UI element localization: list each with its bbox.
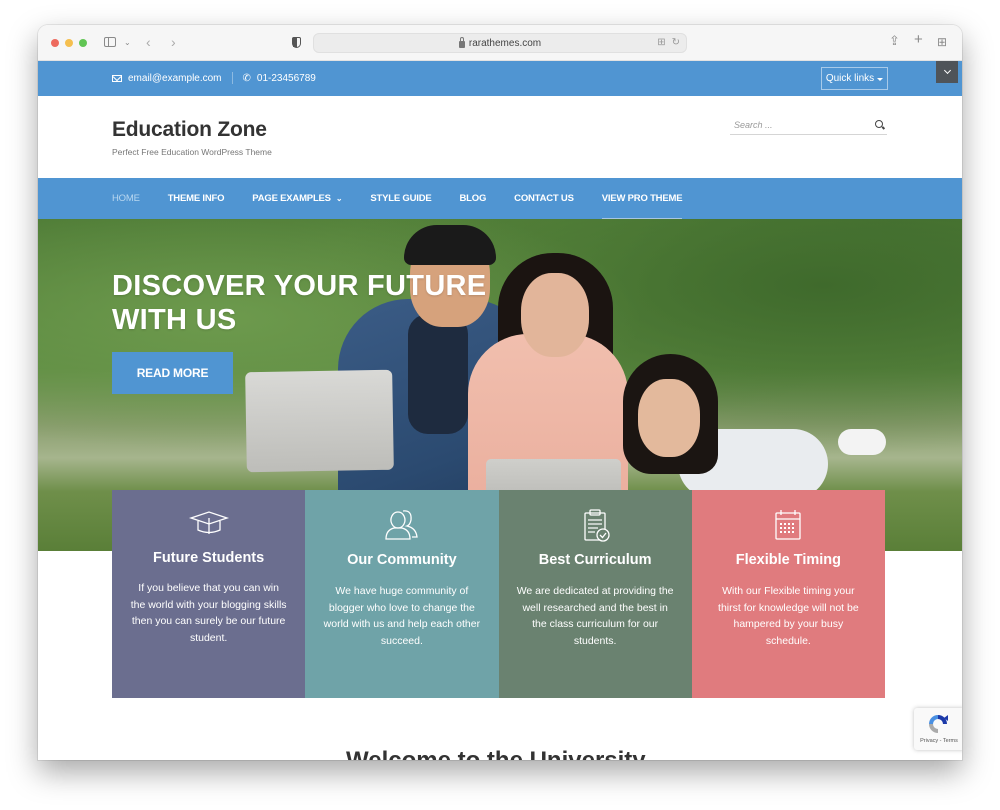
chevron-down-icon: [943, 66, 951, 75]
divider: [231, 72, 233, 84]
site-tagline: Perfect Free Education WordPress Theme: [112, 147, 272, 157]
chevron-down-icon: ⌄: [335, 194, 343, 203]
feature-cards: Future Students If you believe that you …: [112, 490, 885, 698]
feature-title: Our Community: [347, 552, 457, 568]
topbar-toggle-button[interactable]: [936, 61, 958, 83]
feature-card-future-students[interactable]: Future Students If you believe that you …: [112, 490, 306, 698]
email-link[interactable]: email@example.com: [128, 73, 222, 84]
nav-item-theme-info[interactable]: THEME INFO: [168, 178, 225, 219]
forward-icon[interactable]: ›: [171, 35, 176, 49]
graduation-cap-icon: [188, 511, 229, 534]
feature-text: We have huge community of blogger who lo…: [323, 585, 481, 647]
share-icon[interactable]: ⇪: [889, 34, 900, 47]
feature-card-best-curriculum[interactable]: Best Curriculum We are dedicated at prov…: [498, 490, 692, 698]
new-tab-icon[interactable]: +: [914, 32, 923, 47]
main-navigation: HOME THEME INFO PAGE EXAMPLES ⌄ STYLE GUI…: [38, 178, 962, 220]
feature-title: Future Students: [153, 550, 265, 566]
site-title[interactable]: Education Zone: [112, 118, 267, 142]
feature-card-our-community[interactable]: Our Community We have huge community of …: [305, 490, 499, 698]
recaptcha-privacy-terms[interactable]: Privacy - Terms: [914, 738, 962, 744]
quick-links-label: Quick links: [825, 73, 875, 84]
caret-down-icon: [877, 78, 884, 81]
read-more-button[interactable]: READ MORE: [112, 352, 233, 394]
feature-text: We are dedicated at providing the well r…: [516, 585, 674, 647]
feature-text: If you believe that you can win the worl…: [130, 582, 287, 644]
tab-overview-icon[interactable]: ⊞: [937, 36, 947, 48]
browser-window: ⌄ ‹ › rarathemes.com ⊞ ↻ ⇪ + ⊞ email@exa…: [38, 25, 962, 760]
translate-icon[interactable]: ⊞: [657, 37, 665, 48]
nav-item-label: VIEW PRO THEME: [601, 193, 683, 204]
nav-item-page-examples[interactable]: PAGE EXAMPLES ⌄: [252, 178, 342, 219]
community-icon: [385, 510, 418, 540]
nav-item-label: BLOG: [459, 193, 487, 204]
welcome-heading: Welcome to the University: [346, 746, 646, 760]
search-input[interactable]: [730, 116, 860, 134]
nav-item-label: CONTACT US: [514, 193, 574, 204]
recaptcha-badge[interactable]: Privacy - Terms: [914, 708, 962, 750]
privacy-shield-icon[interactable]: [292, 37, 301, 48]
calendar-icon: [775, 510, 802, 540]
search-form: [730, 115, 887, 135]
hero-title: DISCOVER YOUR FUTURE WITH US: [112, 270, 487, 336]
nav-item-label: HOME: [112, 193, 140, 204]
nav-item-view-pro-theme[interactable]: VIEW PRO THEME: [601, 178, 683, 220]
reload-icon[interactable]: ↻: [672, 37, 680, 48]
window-controls: [51, 39, 87, 47]
nav-item-blog[interactable]: BLOG: [460, 178, 487, 219]
url-text: rarathemes.com: [468, 37, 542, 49]
phone-link[interactable]: 01-23456789: [257, 73, 316, 84]
lock-icon: [458, 36, 465, 48]
site-header: Education Zone Perfect Free Education Wo…: [38, 96, 962, 178]
feature-text: With our Flexible timing your thirst for…: [718, 585, 859, 647]
clipboard-check-icon: [584, 509, 610, 542]
feature-title: Best Curriculum: [538, 552, 652, 568]
close-window-button[interactable]: [51, 39, 59, 47]
back-icon[interactable]: ‹: [146, 35, 151, 49]
recaptcha-icon: [929, 715, 948, 733]
nav-item-label: PAGE EXAMPLES: [252, 193, 331, 204]
quick-links-dropdown[interactable]: Quick links: [821, 67, 888, 90]
search-icon[interactable]: [875, 120, 883, 128]
feature-title: Flexible Timing: [735, 552, 842, 568]
minimize-window-button[interactable]: [65, 39, 73, 47]
phone-icon: ✆: [242, 72, 251, 84]
browser-toolbar: ⌄ ‹ › rarathemes.com ⊞ ↻ ⇪ + ⊞: [38, 25, 962, 61]
nav-item-label: STYLE GUIDE: [370, 193, 432, 204]
envelope-icon: [112, 74, 122, 82]
nav-item-contact-us[interactable]: CONTACT US: [514, 178, 574, 219]
feature-card-flexible-timing[interactable]: Flexible Timing With our Flexible timing…: [691, 490, 885, 698]
top-contact-bar: email@example.com ✆ 01-23456789 Quick li…: [38, 61, 962, 96]
address-bar[interactable]: rarathemes.com ⊞ ↻: [313, 33, 687, 53]
nav-item-home[interactable]: HOME: [112, 178, 140, 219]
sidebar-menu-chevron-icon[interactable]: ⌄: [124, 37, 131, 49]
nav-item-style-guide[interactable]: STYLE GUIDE: [370, 178, 431, 219]
screenshot-stage: ⌄ ‹ › rarathemes.com ⊞ ↻ ⇪ + ⊞ email@exa…: [0, 0, 1000, 810]
sidebar-toggle-icon[interactable]: [104, 37, 116, 47]
zoom-window-button[interactable]: [79, 39, 87, 47]
nav-item-label: THEME INFO: [167, 193, 225, 204]
